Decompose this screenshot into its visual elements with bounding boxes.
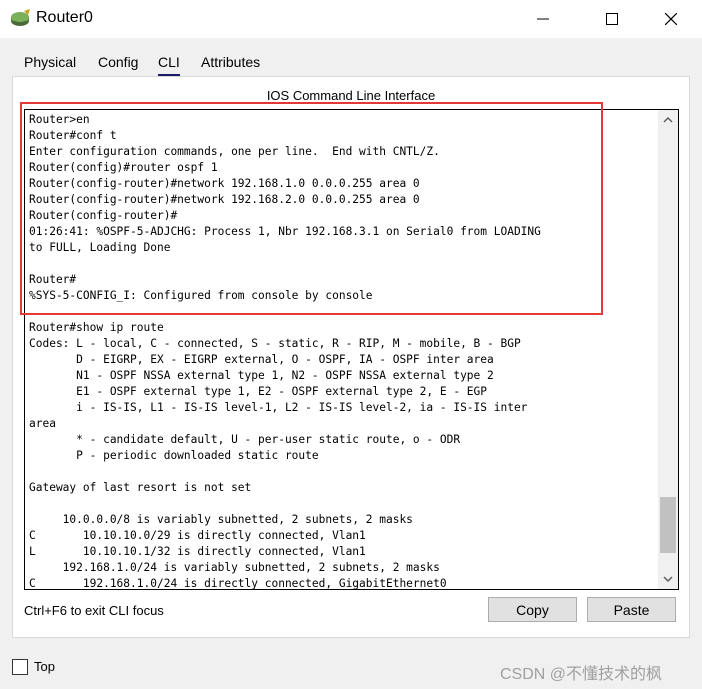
console-line: 192.168.1.0/24 is variably subnetted, 2 …	[29, 561, 440, 574]
console-line: Router#show ip route	[29, 321, 164, 334]
maximize-button[interactable]	[589, 0, 635, 38]
console-line: Enter configuration commands, one per li…	[29, 145, 440, 158]
console-line: Router(config-router)#network 192.168.1.…	[29, 177, 420, 190]
console-output: Router>en Router#conf t Enter configuratio…	[29, 112, 651, 590]
tab-bar: Physical Config CLI Attributes	[12, 48, 690, 76]
title-bar: Router0	[0, 0, 702, 38]
console-line: D - EIGRP, EX - EIGRP external, O - OSPF…	[29, 353, 494, 366]
console-line: i - IS-IS, L1 - IS-IS level-1, L2 - IS-I…	[29, 401, 528, 414]
paste-button[interactable]: Paste	[587, 597, 676, 622]
console-line: Router#conf t	[29, 129, 117, 142]
console-line: Router#	[29, 273, 77, 286]
top-checkbox[interactable]	[12, 659, 28, 675]
minimize-button[interactable]	[520, 0, 566, 38]
close-icon	[665, 13, 677, 25]
console-line: C 192.168.1.0/24 is directly connected, …	[29, 577, 447, 590]
cli-console[interactable]: Router>en Router#conf t Enter configuratio…	[24, 109, 679, 590]
copy-button[interactable]: Copy	[488, 597, 577, 622]
console-line: Router(config-router)#network 192.168.2.…	[29, 193, 420, 206]
close-button[interactable]	[648, 0, 694, 38]
watermark: CSDN @不懂技术的枫	[500, 666, 663, 683]
console-line: area	[29, 417, 56, 430]
scroll-thumb[interactable]	[660, 497, 676, 553]
console-line: N1 - OSPF NSSA external type 1, N2 - OSP…	[29, 369, 494, 382]
window-title: Router0	[36, 9, 93, 26]
console-line: * - candidate default, U - per-user stat…	[29, 433, 461, 446]
console-line: 10.0.0.0/8 is variably subnetted, 2 subn…	[29, 513, 413, 526]
console-line: Gateway of last resort is not set	[29, 481, 252, 494]
tab-physical[interactable]: Physical	[24, 54, 76, 74]
console-line: Router(config)#router ospf 1	[29, 161, 218, 174]
tab-attributes[interactable]: Attributes	[201, 54, 260, 74]
console-line: Router>en	[29, 113, 90, 126]
scroll-up-button[interactable]	[658, 110, 678, 130]
console-line: L 10.10.10.1/32 is directly connected, V…	[29, 545, 366, 558]
chevron-down-icon	[663, 576, 673, 582]
scroll-down-button[interactable]	[658, 569, 678, 589]
console-line: to FULL, Loading Done	[29, 241, 171, 254]
maximize-icon	[606, 13, 618, 25]
top-checkbox-label: Top	[34, 659, 55, 674]
console-line: C 10.10.10.0/29 is directly connected, V…	[29, 529, 366, 542]
exit-hint: Ctrl+F6 to exit CLI focus	[24, 603, 164, 618]
console-line: %SYS-5-CONFIG_I: Configured from console…	[29, 289, 373, 302]
tab-cli[interactable]: CLI	[158, 54, 180, 76]
console-line: Router(config-router)#	[29, 209, 178, 222]
console-line: P - periodic downloaded static route	[29, 449, 319, 462]
tab-config[interactable]: Config	[98, 54, 138, 74]
panel-title: IOS Command Line Interface	[266, 88, 436, 103]
console-scrollbar[interactable]	[658, 110, 678, 589]
minimize-icon	[537, 18, 549, 20]
console-line: Codes: L - local, C - connected, S - sta…	[29, 337, 521, 350]
chevron-up-icon	[663, 117, 673, 123]
console-line: 01:26:41: %OSPF-5-ADJCHG: Process 1, Nbr…	[29, 225, 541, 238]
console-line: E1 - OSPF external type 1, E2 - OSPF ext…	[29, 385, 488, 398]
router-icon	[10, 9, 32, 29]
